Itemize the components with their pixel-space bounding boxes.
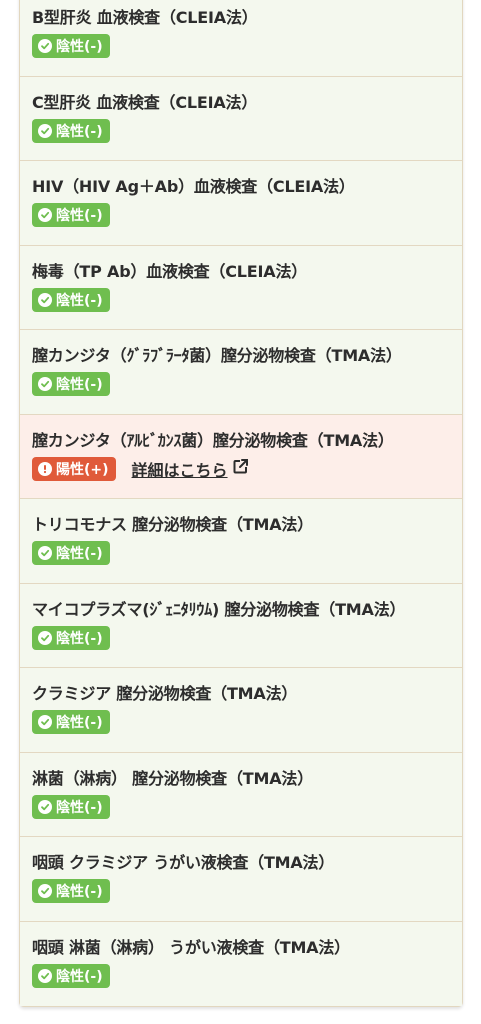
test-result-row: 膣カンジタ（ｱﾙﾋﾞｶﾝｽ菌）膣分泌物検査（TMA法） 陽性(+) 詳細はこちら [20, 414, 462, 499]
status-text: 陰性(-) [56, 208, 103, 224]
check-circle-icon [38, 884, 52, 898]
result-line: 陰性(-) [32, 541, 450, 565]
test-name: 膣カンジタ（ｸﾞﾗﾌﾞﾗｰﾀ菌）膣分泌物検査（TMA法） [32, 346, 402, 365]
test-name: クラミジア 膣分泌物検査（TMA法） [32, 684, 298, 703]
check-circle-icon [38, 715, 52, 729]
positive-status-badge: 陽性(+) [32, 456, 116, 481]
detail-link[interactable]: 詳細はこちら [132, 457, 249, 481]
status-text: 陰性(-) [56, 630, 103, 647]
test-name: 膣カンジタ（ｱﾙﾋﾞｶﾝｽ菌）膣分泌物検査（TMA法） [32, 430, 394, 450]
check-circle-icon [38, 208, 52, 222]
test-result-row: トリコモナス 膣分泌物検査（TMA法） 陰性(-) [20, 499, 462, 584]
check-circle-icon [38, 377, 52, 391]
status-text: 陰性(-) [56, 377, 103, 393]
test-name: マイコプラズマ(ｼﾞｪﾆﾀﾘｳﾑ) 膣分泌物検査（TMA法） [32, 599, 406, 619]
result-line: 陰性(-) [32, 625, 450, 650]
check-circle-icon [38, 39, 52, 53]
test-result-row: B型肝炎 血液検査（CLEIA法） 陰性(-) [20, 0, 462, 77]
test-result-row: 淋菌（淋病） 膣分泌物検査（TMA法） 陰性(-) [20, 752, 462, 837]
test-result-row: 梅毒（TP Ab）血液検査（CLEIA法） 陰性(-) [20, 245, 462, 330]
test-result-row: 咽頭 淋菌（淋病） うがい液検査（TMA法） 陰性(-) [20, 921, 462, 1006]
check-circle-icon [38, 630, 52, 645]
test-name: 咽頭 クラミジア うがい液検査（TMA法） [32, 853, 335, 872]
negative-status-badge: 陰性(-) [32, 879, 110, 903]
negative-status-badge: 陰性(-) [32, 287, 110, 312]
status-text: 陰性(-) [56, 799, 103, 816]
check-circle-icon [38, 292, 52, 307]
check-circle-icon [38, 968, 52, 983]
test-name: トリコモナス 膣分泌物検査（TMA法） [32, 515, 313, 534]
status-text: 陽性(+) [56, 461, 109, 478]
result-line: 陽性(+) 詳細はこちら [32, 456, 450, 481]
status-text: 陰性(-) [56, 715, 103, 731]
negative-status-badge: 陰性(-) [32, 372, 110, 396]
status-text: 陰性(-) [56, 123, 103, 140]
result-line: 陰性(-) [32, 203, 450, 227]
exclamation-circle-icon [38, 461, 52, 476]
test-name: HIV（HIV Ag＋Ab）血液検査（CLEIA法） [32, 177, 355, 196]
result-line: 陰性(-) [32, 34, 450, 58]
status-text: 陰性(-) [56, 968, 103, 985]
negative-status-badge: 陰性(-) [32, 118, 110, 143]
result-line: 陰性(-) [32, 372, 450, 396]
test-result-row: マイコプラズマ(ｼﾞｪﾆﾀﾘｳﾑ) 膣分泌物検査（TMA法） 陰性(-) [20, 583, 462, 668]
result-line: 陰性(-) [32, 963, 450, 988]
test-result-row: C型肝炎 血液検査（CLEIA法） 陰性(-) [20, 76, 462, 161]
check-circle-icon [38, 546, 52, 560]
test-name: 梅毒（TP Ab）血液検査（CLEIA法） [32, 261, 308, 281]
test-name: B型肝炎 血液検査（CLEIA法） [32, 8, 258, 27]
test-result-row: HIV（HIV Ag＋Ab）血液検査（CLEIA法） 陰性(-) [20, 161, 462, 246]
test-result-row: 膣カンジタ（ｸﾞﾗﾌﾞﾗｰﾀ菌）膣分泌物検査（TMA法） 陰性(-) [20, 330, 462, 415]
check-circle-icon [38, 123, 52, 138]
negative-status-badge: 陰性(-) [32, 963, 110, 988]
negative-status-badge: 陰性(-) [32, 794, 110, 819]
test-name: 咽頭 淋菌（淋病） うがい液検査（TMA法） [32, 937, 350, 957]
test-results-list: B型肝炎 血液検査（CLEIA法） 陰性(-) C型肝炎 血液検査（CLEIA法） 陰… [19, 0, 463, 1007]
result-line: 陰性(-) [32, 710, 450, 734]
test-name: C型肝炎 血液検査（CLEIA法） [32, 92, 258, 112]
result-line: 陰性(-) [32, 794, 450, 819]
negative-status-badge: 陰性(-) [32, 625, 110, 650]
check-circle-icon [38, 799, 52, 814]
negative-status-badge: 陰性(-) [32, 541, 110, 565]
result-line: 陰性(-) [32, 287, 450, 312]
negative-status-badge: 陰性(-) [32, 203, 110, 227]
status-text: 陰性(-) [56, 546, 103, 562]
test-name: 淋菌（淋病） 膣分泌物検査（TMA法） [32, 768, 313, 788]
test-result-row: クラミジア 膣分泌物検査（TMA法） 陰性(-) [20, 668, 462, 753]
negative-status-badge: 陰性(-) [32, 710, 110, 734]
negative-status-badge: 陰性(-) [32, 34, 110, 58]
test-result-row: 咽頭 クラミジア うがい液検査（TMA法） 陰性(-) [20, 837, 462, 922]
detail-link-label: 詳細はこちら [131, 460, 228, 480]
result-line: 陰性(-) [32, 118, 450, 143]
status-text: 陰性(-) [56, 292, 103, 309]
external-link-icon [228, 458, 249, 479]
status-text: 陰性(-) [56, 884, 103, 900]
status-text: 陰性(-) [56, 39, 103, 55]
result-line: 陰性(-) [32, 879, 450, 903]
